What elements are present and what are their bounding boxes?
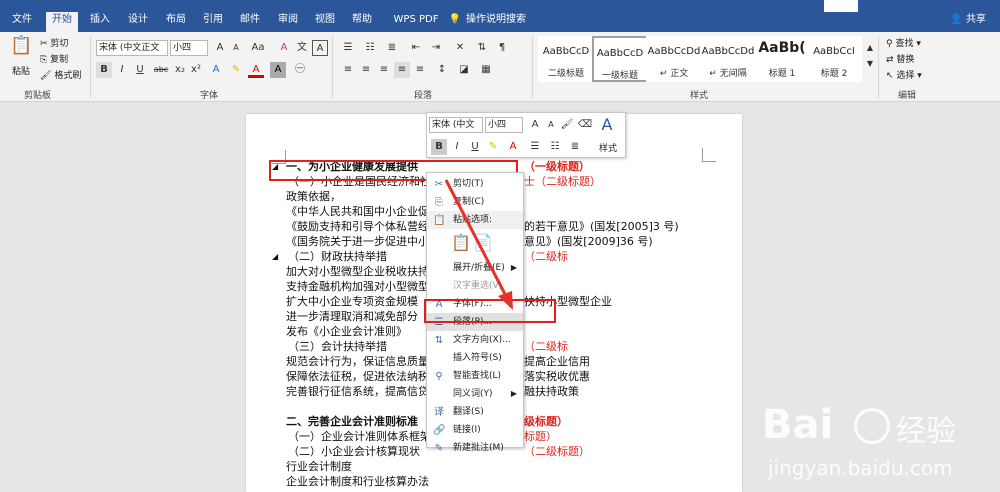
watermark-url: jingyan.baidu.com (768, 456, 953, 480)
baidu-watermark: Bai 经验 jingyan.baidu.com (762, 402, 992, 488)
watermark-brand: Bai (762, 402, 834, 448)
paw-logo-icon (854, 408, 890, 444)
watermark-brand-2: 经验 (896, 414, 956, 449)
